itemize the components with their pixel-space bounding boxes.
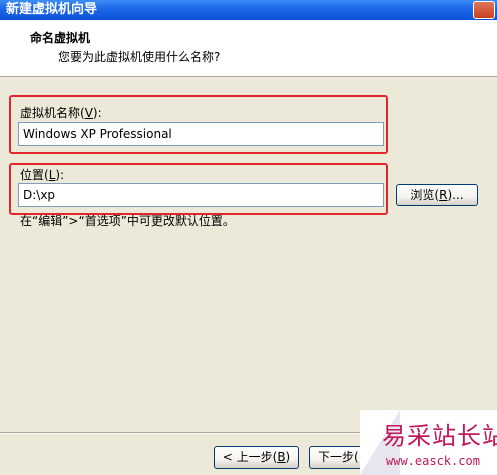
browse-button[interactable]: 浏览(R)... [396,184,478,206]
vm-name-input[interactable]: Windows XP Professional [18,122,384,146]
wizard-header: 命名虚拟机 您要为此虚拟机使用什么名称? [0,20,497,77]
location-input[interactable]: D:\xp [18,183,384,207]
window-title-bar: 新建虚拟机向导 [0,0,497,20]
header-title: 命名虚拟机 [30,31,91,45]
watermark-url: www.easck.com [386,454,480,468]
vm-name-label: 虚拟机名称(V): [20,106,102,120]
window-title: 新建虚拟机向导 [6,2,98,17]
location-label: 位置(L): [20,168,65,182]
default-location-hint: 在“编辑”>“首选项”中可更改默认位置。 [20,214,235,228]
back-button[interactable]: < 上一步(B) [214,446,299,469]
header-subtitle: 您要为此虚拟机使用什么名称? [58,50,221,64]
close-button[interactable] [473,1,495,19]
watermark-text: 易采站长站 [382,422,497,450]
site-watermark: 易采站长站 www.easck.com [360,410,497,475]
